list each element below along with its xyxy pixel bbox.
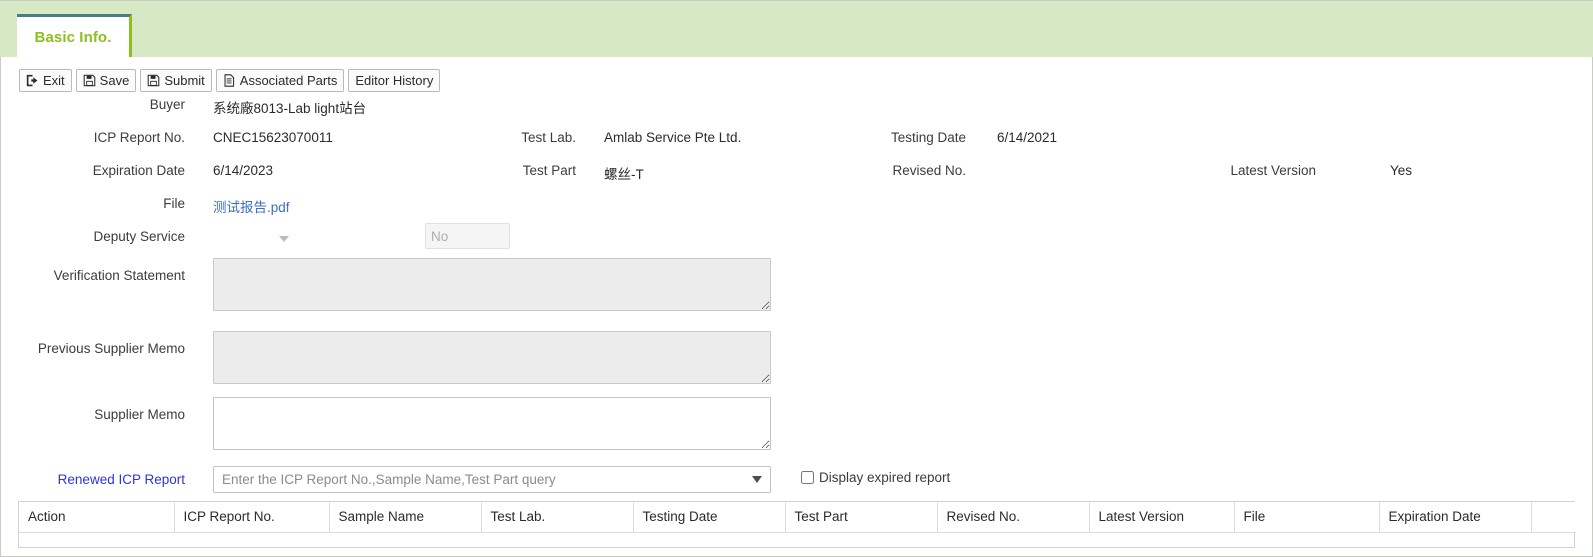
- submit-button[interactable]: Submit: [140, 69, 212, 92]
- column-header-test-lab[interactable]: Test Lab.: [481, 502, 634, 533]
- file-link[interactable]: 测试报告.pdf: [213, 200, 290, 215]
- save-icon: [83, 74, 96, 87]
- column-header-action[interactable]: Action: [19, 502, 175, 533]
- column-header-sample-name[interactable]: Sample Name: [329, 502, 482, 533]
- document-icon: [223, 74, 236, 87]
- save-button[interactable]: Save: [75, 69, 137, 92]
- exit-button[interactable]: Exit: [19, 69, 72, 92]
- save-icon: [147, 74, 160, 87]
- column-header-testing-date[interactable]: Testing Date: [633, 502, 786, 533]
- testing-date-label: Testing Date: [890, 130, 966, 145]
- verification-statement-label: Verification Statement: [53, 268, 185, 283]
- toolbar: Exit Save Submit Associated Parts Editor…: [19, 69, 441, 92]
- associated-parts-button-label: Associated Parts: [239, 73, 338, 88]
- expiration-date-value: 6/14/2023: [213, 163, 274, 178]
- testing-date-value: 6/14/2021: [997, 130, 1058, 145]
- renewed-icp-report-combo-wrap: Enter the ICP Report No.,Sample Name,Tes…: [213, 466, 771, 493]
- column-header-file[interactable]: File: [1234, 502, 1380, 533]
- test-lab-label: Test Lab.: [521, 130, 576, 145]
- file-link-wrap: 测试报告.pdf: [213, 196, 290, 216]
- test-part-value: 螺丝-T: [604, 167, 644, 182]
- submit-button-label: Submit: [164, 73, 205, 88]
- icp-report-basic-info-screen: Basic Info. Exit Save Submit Associated …: [0, 0, 1593, 557]
- form-row-report-info: ICP Report No. CNEC15623070011 Test Lab.…: [1, 130, 1593, 163]
- form-row-verification-statement: Verification Statement: [1, 258, 1593, 320]
- chevron-down-icon: [279, 236, 289, 242]
- column-header-revised-no[interactable]: Revised No.: [937, 502, 1090, 533]
- tab-basic-info-label: Basic Info.: [34, 29, 112, 46]
- editor-history-button-label: Editor History: [355, 73, 434, 88]
- sign-out-icon: [26, 74, 39, 87]
- column-header-latest-version[interactable]: Latest Version: [1089, 502, 1235, 533]
- form-row-buyer: Buyer 系统廠8013-Lab light站台: [1, 97, 1593, 130]
- display-expired-report-checkbox-wrap[interactable]: Display expired report: [801, 470, 950, 485]
- buyer-value: 系统廠8013-Lab light站台: [213, 101, 367, 116]
- revised-no-label: Revised No.: [892, 163, 966, 178]
- table-empty-body: [19, 533, 1574, 547]
- column-header-spacer: [1531, 502, 1576, 533]
- supplier-memo-label: Supplier Memo: [94, 407, 185, 422]
- renewed-icp-report-label[interactable]: Renewed ICP Report: [1, 472, 185, 487]
- display-expired-report-checkbox[interactable]: [801, 471, 814, 484]
- renewed-report-table: Action ICP Report No. Sample Name Test L…: [19, 502, 1576, 533]
- latest-version-label: Latest Version: [1230, 163, 1316, 178]
- previous-supplier-memo-label: Previous Supplier Memo: [37, 341, 185, 356]
- tab-strip: Basic Info.: [0, 0, 1593, 58]
- expiration-date-label: Expiration Date: [92, 163, 185, 178]
- form-row-expiration-info: Expiration Date 6/14/2023 Test Part 螺丝-T…: [1, 163, 1593, 196]
- renewed-icp-report-input[interactable]: Enter the ICP Report No.,Sample Name,Tes…: [213, 466, 771, 493]
- column-header-expiration-date[interactable]: Expiration Date: [1379, 502, 1532, 533]
- basic-info-form: Buyer 系统廠8013-Lab light站台 ICP Report No.…: [1, 97, 1593, 493]
- icp-report-no-label: ICP Report No.: [93, 130, 185, 145]
- table-header-row: Action ICP Report No. Sample Name Test L…: [19, 502, 1576, 533]
- editor-history-button[interactable]: Editor History: [348, 69, 441, 92]
- tab-basic-info[interactable]: Basic Info.: [17, 14, 132, 58]
- file-label: File: [163, 196, 185, 211]
- deputy-service-select-wrap: No: [213, 223, 510, 252]
- content-frame: Exit Save Submit Associated Parts Editor…: [0, 57, 1593, 557]
- supplier-memo-textarea[interactable]: [213, 397, 771, 450]
- display-expired-report-label: Display expired report: [819, 470, 951, 485]
- form-row-previous-supplier-memo: Previous Supplier Memo: [1, 320, 1593, 384]
- form-row-supplier-memo: Supplier Memo: [1, 383, 1593, 450]
- form-row-file: File 测试报告.pdf: [1, 196, 1593, 229]
- deputy-service-select[interactable]: No: [425, 223, 510, 249]
- buyer-label: Buyer: [149, 97, 185, 112]
- deputy-service-label: Deputy Service: [93, 229, 185, 244]
- icp-report-no-value: CNEC15623070011: [213, 130, 333, 145]
- test-lab-value: Amlab Service Pte Ltd.: [604, 130, 742, 145]
- renewed-report-grid: Action ICP Report No. Sample Name Test L…: [18, 501, 1576, 548]
- exit-button-label: Exit: [43, 73, 65, 88]
- test-part-label: Test Part: [522, 163, 576, 178]
- column-header-test-part[interactable]: Test Part: [785, 502, 938, 533]
- verification-statement-textarea[interactable]: [213, 258, 771, 311]
- previous-supplier-memo-textarea[interactable]: [213, 331, 771, 384]
- column-header-icp-report-no[interactable]: ICP Report No.: [174, 502, 330, 533]
- associated-parts-button[interactable]: Associated Parts: [215, 69, 345, 92]
- save-button-label: Save: [99, 73, 130, 88]
- form-row-renewed-icp-report: Renewed ICP Report Enter the ICP Report …: [1, 449, 1593, 493]
- latest-version-value: Yes: [1390, 163, 1413, 178]
